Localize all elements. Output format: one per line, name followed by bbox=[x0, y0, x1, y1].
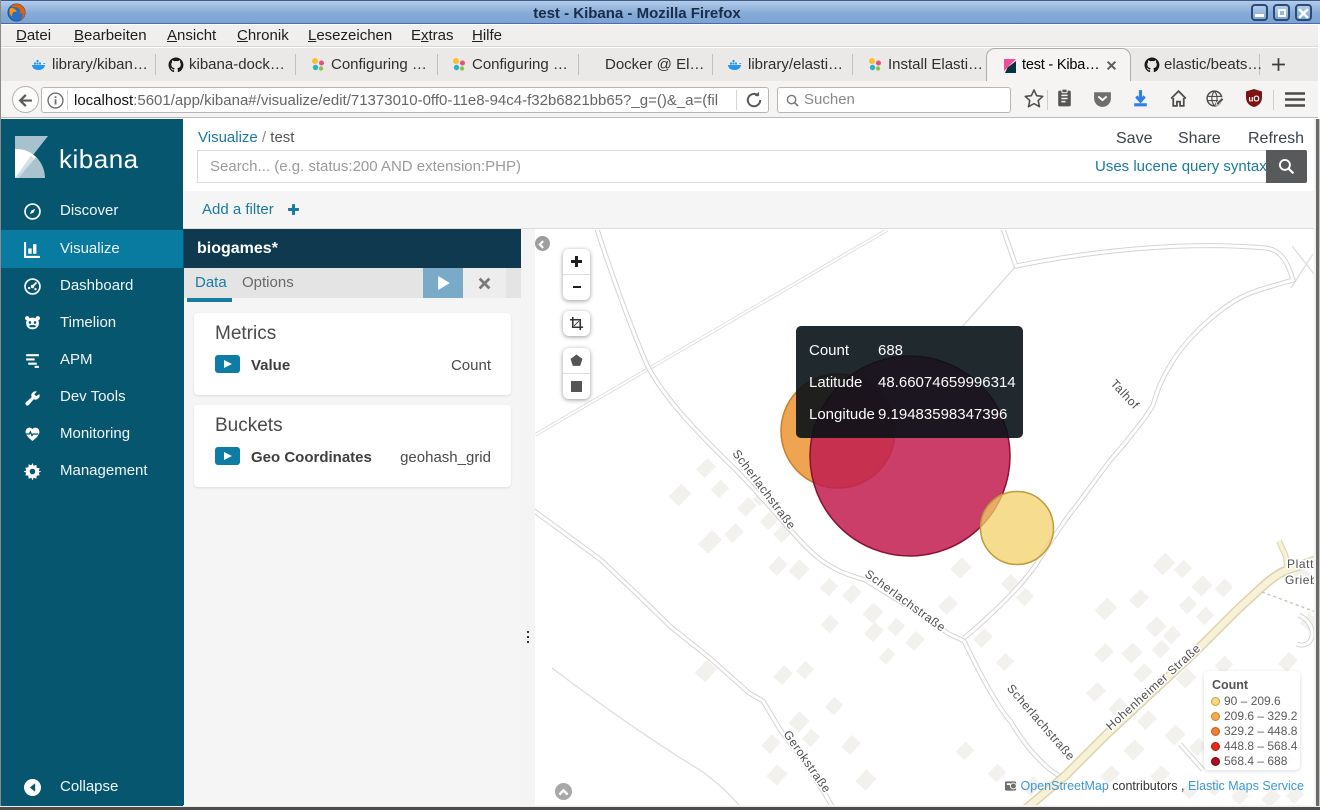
svg-text:Scherlachstraße: Scherlachstraße bbox=[1004, 681, 1078, 763]
svg-text:Grieb: Grieb bbox=[1285, 573, 1315, 587]
svg-text:Platt: Platt bbox=[1287, 557, 1314, 571]
svg-text:uO: uO bbox=[1248, 95, 1259, 104]
svg-text:Talhof: Talhof bbox=[1108, 376, 1143, 412]
